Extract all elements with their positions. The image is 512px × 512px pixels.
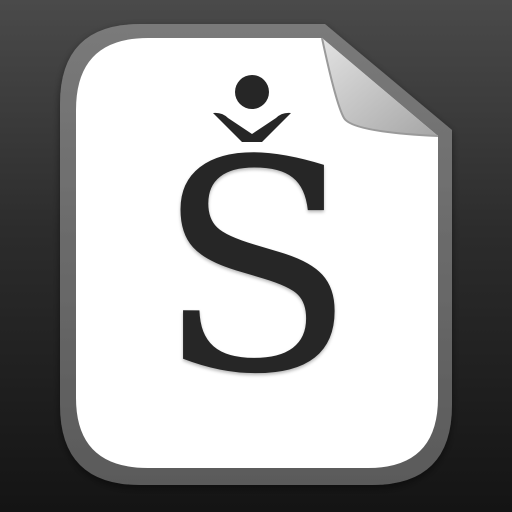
document-letter: S bbox=[155, 98, 357, 438]
